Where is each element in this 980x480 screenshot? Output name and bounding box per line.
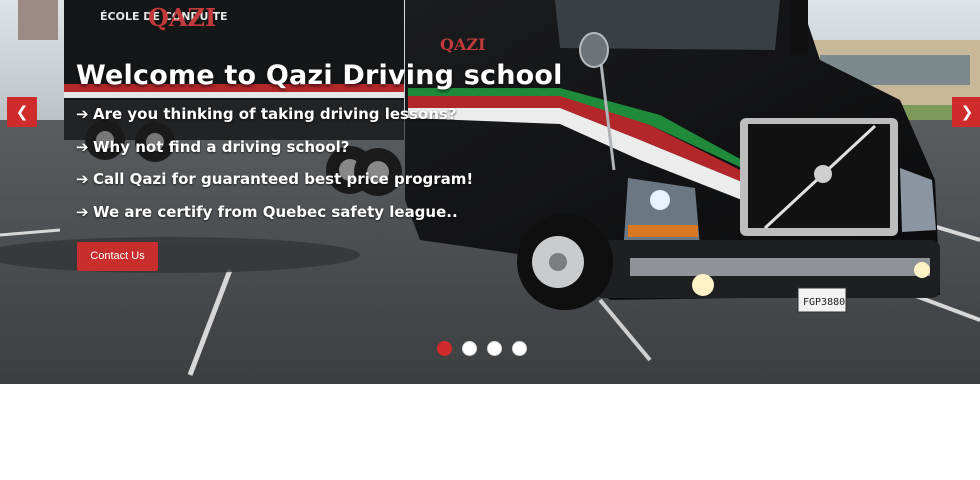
feature-item: ➔ Call Qazi for guaranteed best price pro… <box>76 167 563 200</box>
svg-text:QAZI: QAZI <box>440 35 486 54</box>
arrow-right-icon: ➔ <box>76 170 89 188</box>
feature-item: ➔ Why not find a driving school? <box>76 135 563 168</box>
feature-text: Why not find a driving school? <box>93 137 350 156</box>
page-body <box>0 384 980 480</box>
slider-next-button[interactable]: ❯ <box>952 97 980 127</box>
slide-indicator-3[interactable] <box>487 341 502 356</box>
slide-caption: Welcome to Qazi Driving school ➔ Are you … <box>76 56 563 232</box>
arrow-right-icon: ➔ <box>76 105 89 123</box>
arrow-right-icon: ➔ <box>76 137 89 156</box>
trailer-brand: QAZI <box>148 3 216 32</box>
feature-text: We are certify from Quebec safety league… <box>93 202 458 221</box>
slide-indicator-2[interactable] <box>462 341 477 356</box>
chevron-right-icon: ❯ <box>960 103 974 121</box>
slider-prev-button[interactable]: ❮ <box>7 97 37 127</box>
chevron-left-icon: ❮ <box>15 103 29 121</box>
license-plate: FGP3880 <box>803 297 845 308</box>
contact-us-button[interactable]: Contact Us <box>77 242 158 271</box>
slide-indicator-1[interactable] <box>437 341 452 356</box>
hero-slider: ÉCOLE DE CONDUITE QAZI QAZI FGP3880 Welc… <box>0 0 980 384</box>
feature-item: ➔ Are you thinking of taking driving less… <box>76 102 563 135</box>
slide-indicators <box>437 341 537 359</box>
slide-indicator-4[interactable] <box>512 341 527 356</box>
slide-title: Welcome to Qazi Driving school <box>76 60 563 91</box>
feature-text: Call Qazi for guaranteed best price prog… <box>93 170 474 188</box>
feature-text: Are you thinking of taking driving lesso… <box>93 105 457 123</box>
arrow-right-icon: ➔ <box>76 202 89 221</box>
feature-item: ➔ We are certify from Quebec safety leagu… <box>76 200 563 233</box>
feature-list: ➔ Are you thinking of taking driving less… <box>76 102 563 232</box>
